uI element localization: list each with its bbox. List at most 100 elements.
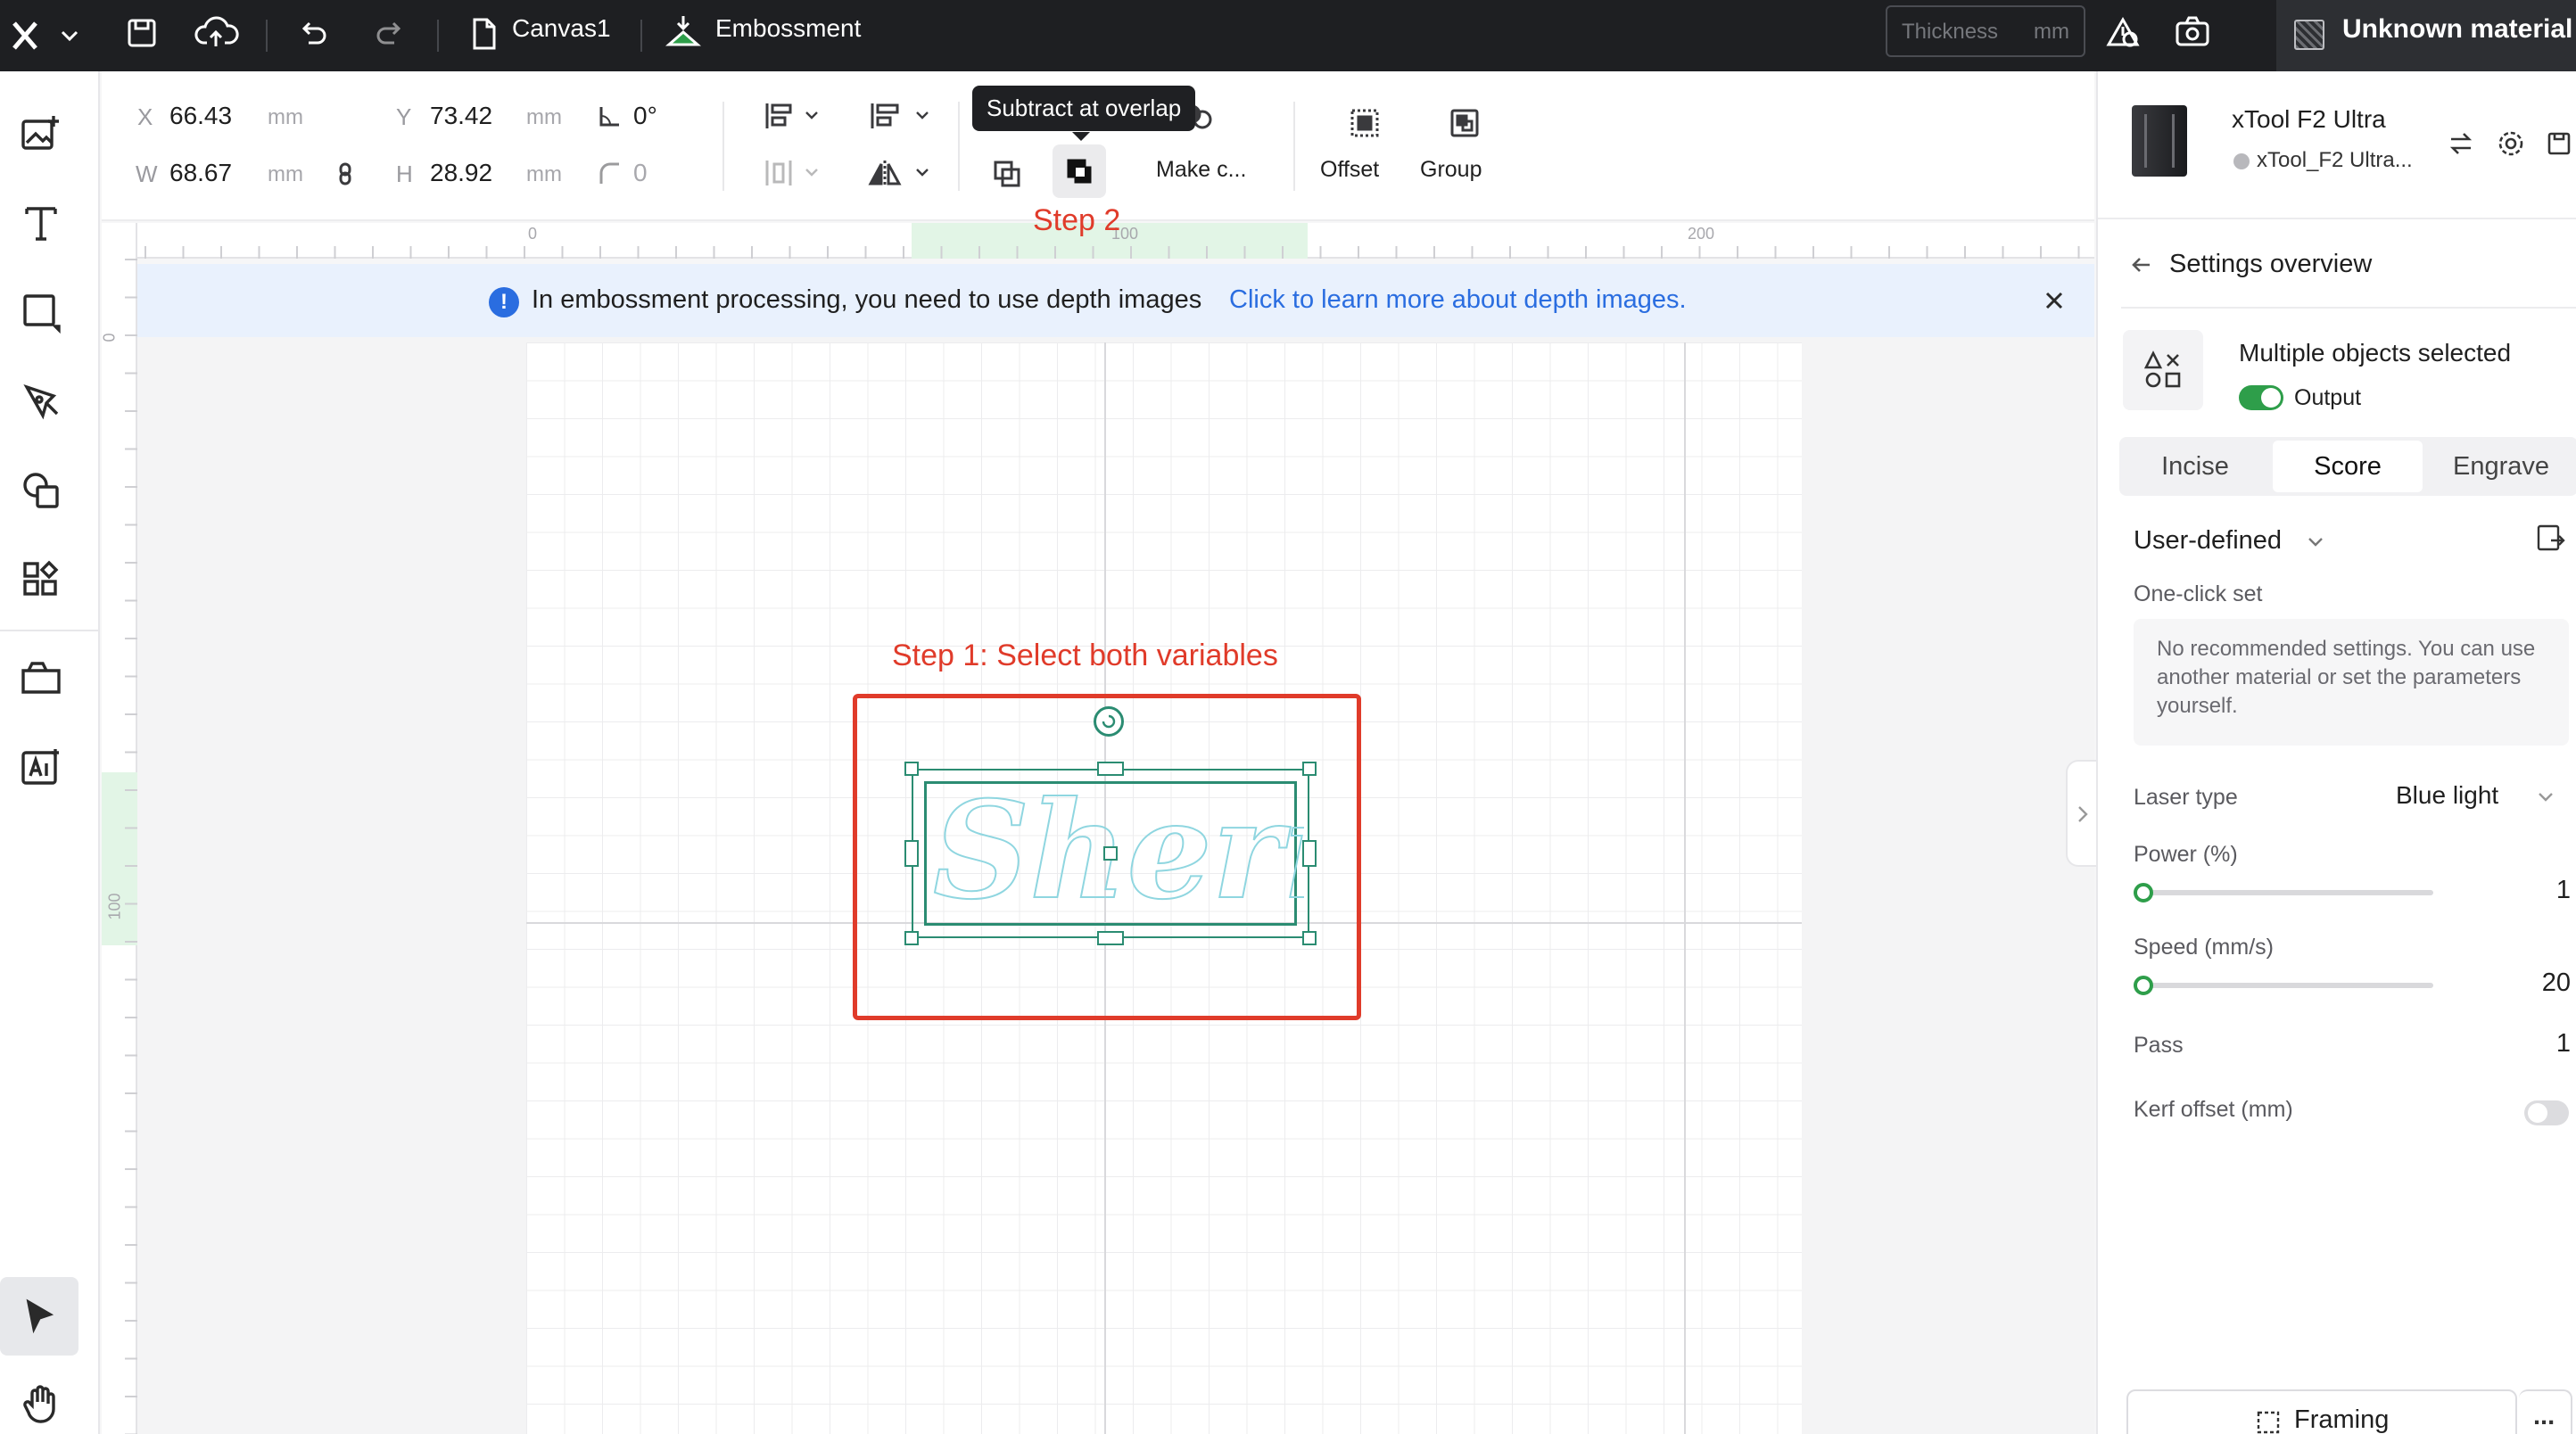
resize-handle[interactable] — [904, 931, 919, 945]
close-icon[interactable] — [2041, 287, 2068, 314]
tab-label: Engrave — [2452, 452, 2549, 481]
resize-handle[interactable] — [1302, 931, 1317, 945]
cloud-upload-icon[interactable] — [194, 12, 239, 52]
step2-annotation: Step 2 — [1033, 203, 1121, 237]
file-name[interactable]: Canvas1 — [512, 14, 611, 43]
flip-icon[interactable] — [867, 157, 938, 189]
redo-icon[interactable] — [373, 16, 409, 52]
subtract-at-overlap-button[interactable] — [1053, 144, 1106, 198]
framing-button[interactable]: Framing — [2126, 1389, 2517, 1434]
laser-type-label: Laser type — [2134, 785, 2238, 810]
preset-dropdown[interactable]: User-defined — [2134, 521, 2365, 564]
arrange-icon[interactable] — [764, 100, 826, 132]
kerf-offset-toggle[interactable] — [2524, 1100, 2569, 1125]
add-image-icon[interactable] — [20, 112, 62, 155]
slider-thumb[interactable] — [2134, 883, 2153, 902]
pass-value[interactable]: 1 — [2531, 1029, 2571, 1059]
h-unit: mm — [526, 162, 562, 186]
power-value[interactable]: 1 — [2531, 876, 2571, 905]
ruler-tick-label: 100 — [105, 893, 124, 920]
divider — [2121, 307, 2576, 309]
app-logo-icon[interactable] — [9, 16, 80, 55]
undo-icon[interactable] — [294, 16, 330, 52]
camera-icon[interactable] — [2173, 12, 2212, 52]
divider — [2098, 218, 2576, 219]
divider — [722, 102, 724, 191]
resize-handle[interactable] — [1097, 931, 1124, 945]
offset-icon[interactable] — [1347, 105, 1383, 141]
shape-tool-icon[interactable] — [20, 291, 62, 334]
align-icon[interactable] — [867, 100, 938, 132]
device-settings-icon[interactable] — [2496, 128, 2526, 159]
slider-thumb[interactable] — [2134, 976, 2153, 995]
selection-title: Multiple objects selected — [2239, 339, 2512, 367]
switch-device-icon[interactable] — [2446, 128, 2476, 159]
tab-engrave[interactable]: Engrave — [2424, 437, 2576, 496]
tooltip: Subtract at overlap — [972, 86, 1196, 131]
y-input[interactable]: 73.42 — [430, 102, 492, 130]
h-input[interactable]: 28.92 — [430, 159, 492, 187]
chevron-down-icon — [2539, 793, 2553, 802]
resize-handle[interactable] — [904, 840, 919, 867]
speed-value[interactable]: 20 — [2517, 968, 2571, 998]
lock-ratio-icon[interactable] — [335, 161, 355, 187]
offset-button[interactable]: Offset — [1320, 157, 1379, 183]
group-icon[interactable] — [1447, 105, 1482, 141]
w-input[interactable]: 68.67 — [169, 159, 232, 187]
device-profile[interactable]: xTool_F2 Ultra... — [2257, 148, 2413, 173]
ruler-tick-label: 0 — [100, 333, 119, 342]
auto-measure-icon[interactable] — [2103, 12, 2143, 52]
apps-icon[interactable] — [20, 558, 62, 601]
thickness-input[interactable]: Thickness mm — [1886, 5, 2085, 57]
elements-icon[interactable] — [20, 469, 62, 512]
slider-track — [2134, 890, 2433, 895]
back-arrow-icon[interactable] — [2128, 251, 2155, 278]
rotate-handle-icon[interactable] — [1094, 706, 1124, 737]
divider — [437, 20, 439, 52]
resize-handle[interactable] — [1302, 840, 1317, 867]
x-input[interactable]: 66.43 — [169, 102, 232, 130]
laser-type-select[interactable]: Blue light — [2396, 779, 2574, 815]
material-selector[interactable]: Unknown material — [2276, 0, 2576, 71]
tab-label: Incise — [2161, 452, 2229, 481]
more-options-button[interactable]: ... — [2519, 1389, 2572, 1434]
y-label: Y — [396, 103, 412, 130]
unite-icon[interactable] — [990, 157, 1026, 193]
mode-name[interactable]: Embossment — [715, 14, 861, 43]
pointer-icon — [26, 1298, 54, 1334]
banner-link[interactable]: Click to learn more about depth images. — [1229, 285, 1687, 315]
output-toggle[interactable] — [2239, 385, 2283, 410]
selection-group[interactable]: Sherry — [904, 762, 1317, 945]
rotation-input[interactable]: 0° — [633, 102, 657, 130]
resize-handle[interactable] — [1302, 762, 1317, 776]
group-button[interactable]: Group — [1420, 157, 1482, 183]
resize-handle[interactable] — [1097, 762, 1124, 776]
x-unit: mm — [268, 105, 303, 129]
tooltip-arrow — [1072, 132, 1090, 141]
distribute-icon[interactable] — [764, 157, 826, 189]
projects-icon[interactable] — [20, 656, 62, 699]
pen-tool-icon[interactable] — [20, 380, 62, 423]
make-compound-button[interactable]: Make c... — [1156, 157, 1246, 183]
hand-tool-icon[interactable] — [20, 1382, 62, 1425]
selection-type-icon — [2123, 330, 2203, 410]
select-tool[interactable] — [0, 1277, 78, 1356]
tab-score[interactable]: Score — [2273, 441, 2423, 492]
power-slider[interactable] — [2134, 879, 2433, 906]
save-icon[interactable] — [125, 16, 161, 52]
collapse-panel-button[interactable] — [2066, 760, 2096, 867]
ai-tool-icon[interactable] — [20, 746, 62, 788]
tab-incise[interactable]: Incise — [2119, 437, 2271, 496]
speed-slider[interactable] — [2134, 972, 2433, 999]
export-settings-icon[interactable] — [2535, 523, 2567, 555]
pass-label: Pass — [2134, 1033, 2184, 1058]
framing-label: Framing — [2294, 1405, 2390, 1434]
divider — [958, 102, 960, 191]
text-tool-icon[interactable] — [20, 202, 62, 244]
resize-handle[interactable] — [904, 762, 919, 776]
vertical-ruler: 0 100 — [100, 223, 137, 1434]
info-icon: ! — [489, 287, 519, 317]
center-handle[interactable] — [1103, 846, 1118, 861]
save-preset-icon[interactable] — [2544, 128, 2574, 159]
corner-radius-input[interactable]: 0 — [633, 159, 648, 187]
